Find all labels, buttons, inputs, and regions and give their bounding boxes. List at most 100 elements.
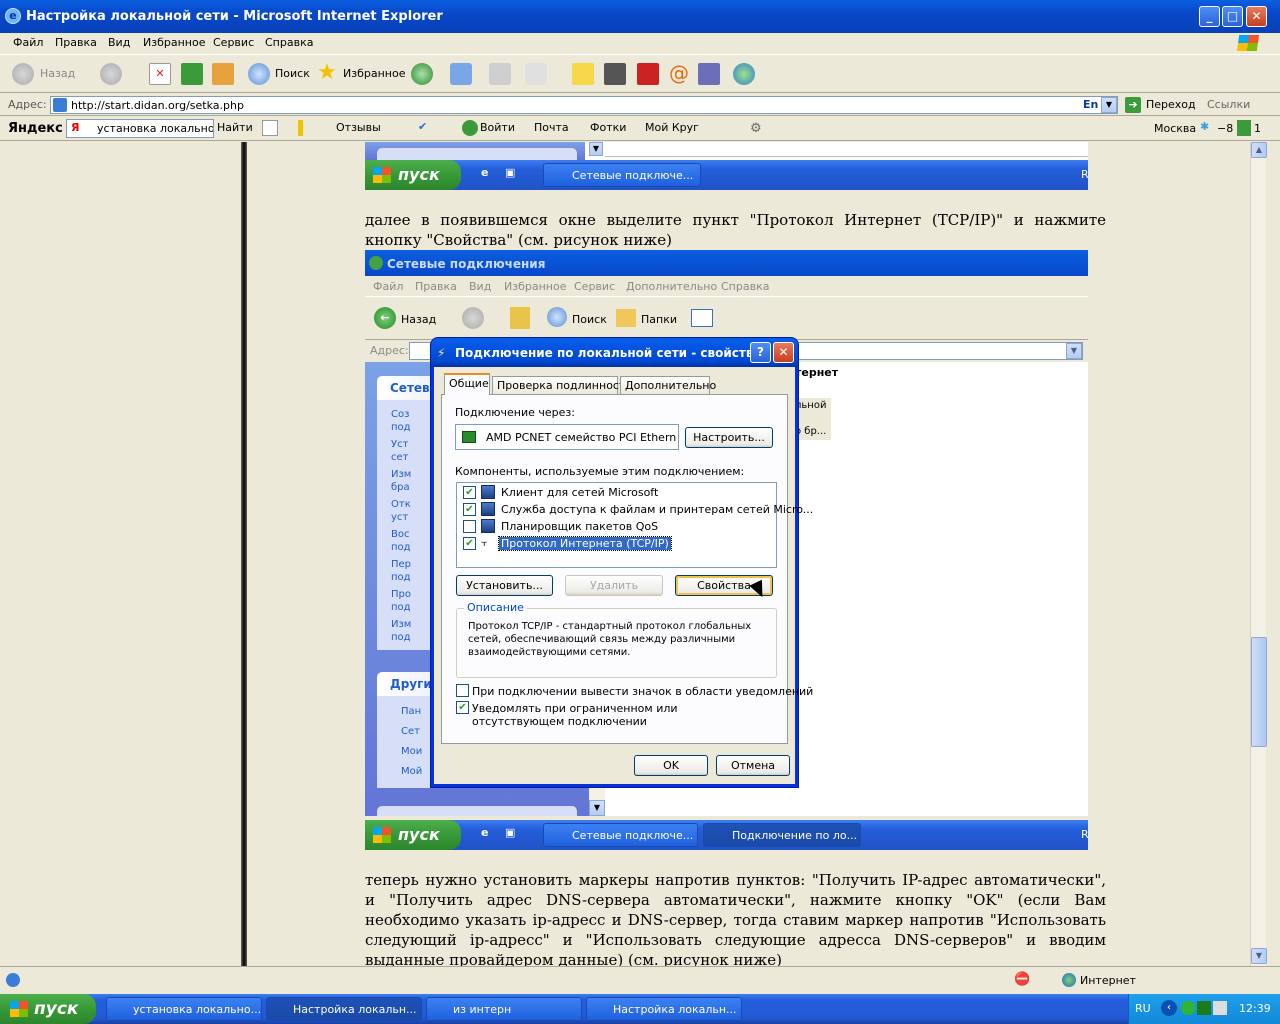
- help-button[interactable]: ?: [750, 342, 771, 363]
- cancel-button[interactable]: Отмена: [716, 755, 790, 776]
- component-checkbox[interactable]: ✔: [463, 486, 476, 499]
- tab-advanced[interactable]: Дополнительно: [620, 376, 716, 394]
- search-button[interactable]: Поиск: [275, 67, 310, 80]
- yandex-logo[interactable]: Яндекс: [8, 121, 63, 136]
- favorites-star-icon[interactable]: ★: [316, 62, 338, 85]
- address-dropdown-icon[interactable]: ▼: [1101, 97, 1117, 113]
- nc-forward-icon: [462, 307, 484, 329]
- notify-limited-checkbox[interactable]: ✔: [456, 701, 469, 714]
- signal-bars-icon[interactable]: [298, 120, 314, 136]
- print-icon[interactable]: [489, 63, 511, 85]
- component-checkbox[interactable]: ✔: [463, 537, 476, 550]
- remove-button[interactable]: Удалить: [565, 575, 663, 596]
- component-checkbox[interactable]: ✔: [463, 503, 476, 516]
- notify-icon-checkbox[interactable]: [456, 684, 469, 697]
- history-icon[interactable]: [411, 63, 433, 85]
- page-scrollbar[interactable]: ▲ ▼: [1250, 142, 1267, 966]
- dialog-close-button[interactable]: ✕: [773, 342, 794, 363]
- tray-expand-icon[interactable]: ‹: [1161, 1000, 1177, 1016]
- at-icon[interactable]: @: [668, 63, 690, 85]
- window-title-bar[interactable]: e Настройка локальной сети - Microsoft I…: [0, 0, 1280, 33]
- component-label-selected: Протокол Интернета (TCP/IP): [498, 536, 672, 551]
- maximize-button[interactable]: □: [1222, 6, 1243, 27]
- taskbar-item-2[interactable]: Настройка локальн...: [266, 997, 422, 1021]
- language-indicator[interactable]: RU: [1135, 1002, 1151, 1015]
- scroll-up-icon[interactable]: ▲: [1251, 142, 1267, 158]
- refresh-icon[interactable]: [181, 63, 203, 85]
- page-icon: [53, 98, 67, 112]
- status-bar: ⛔ Интернет: [0, 966, 1280, 994]
- address-input[interactable]: http://start.didan.org/setka.php En ▼: [50, 96, 1118, 114]
- home-icon[interactable]: [212, 63, 234, 85]
- tab-general[interactable]: Общие: [444, 373, 490, 395]
- nc-menu-edit: Правка: [415, 280, 457, 293]
- contacts-icon[interactable]: [733, 63, 755, 85]
- component-checkbox[interactable]: [463, 520, 476, 533]
- menu-view[interactable]: Вид: [108, 36, 130, 49]
- city-label: Москва: [1154, 122, 1197, 135]
- taskbar-item-4[interactable]: Настройка локальн...: [586, 997, 742, 1021]
- tab-authentication[interactable]: Проверка подлинности: [492, 376, 633, 394]
- yandex-find-button[interactable]: Найти: [217, 121, 253, 134]
- lan-properties-dialog: ⚡ Подключение по локальной сети - свойст…: [431, 338, 813, 787]
- tray-icon-1[interactable]: [1181, 1001, 1195, 1015]
- reviews-button[interactable]: Отзывы: [336, 121, 381, 134]
- nc-task-3: Изм бра: [391, 469, 412, 493]
- close-button[interactable]: ✕: [1246, 6, 1267, 27]
- scroll-thumb[interactable]: [1251, 637, 1267, 747]
- scroll-down-icon[interactable]: ▼: [1251, 948, 1267, 964]
- photos-link[interactable]: Фотки: [590, 121, 626, 134]
- screenshot-top-fragment: ▼: [365, 142, 1088, 160]
- yandex-query: установка локальной с: [97, 122, 214, 135]
- settings-gear-icon[interactable]: ⚙: [750, 121, 762, 136]
- screenshot-task-network: Сетевые подключе...: [543, 163, 701, 187]
- mail-link[interactable]: Почта: [534, 121, 569, 134]
- menu-help[interactable]: Справка: [265, 36, 313, 49]
- start-button[interactable]: пуск: [0, 994, 96, 1024]
- network-tray-icon[interactable]: [1213, 1001, 1227, 1015]
- install-button[interactable]: Установить...: [456, 575, 553, 596]
- back-button[interactable]: Назад: [40, 67, 75, 80]
- yandex-search-input[interactable]: Я установка локальной с: [66, 119, 214, 138]
- minimize-button[interactable]: _: [1199, 6, 1220, 27]
- instruction-paragraph-1: далее в появившемся окне выделите пункт …: [365, 211, 1106, 249]
- my-circle-link[interactable]: Мой Круг: [645, 121, 699, 134]
- taskbar-item-3[interactable]: из интерн: [426, 997, 582, 1021]
- menu-file[interactable]: Файл: [13, 36, 43, 49]
- taskbar-item-1[interactable]: установка локально...: [106, 997, 262, 1021]
- description-text: Протокол TCP/IP - стандартный протокол г…: [468, 621, 752, 658]
- tray-icon-2[interactable]: [1197, 1001, 1211, 1015]
- dialog-title-bar[interactable]: ⚡ Подключение по локальной сети - свойст…: [431, 338, 798, 367]
- component-label: Планировщик пакетов QoS: [501, 520, 659, 533]
- k-icon[interactable]: [604, 63, 626, 85]
- go-arrow-icon[interactable]: ➔: [1125, 97, 1141, 113]
- nc-up-folder-icon: [510, 307, 530, 329]
- login-button[interactable]: Войти: [480, 121, 515, 134]
- ok-button[interactable]: OK: [634, 755, 708, 776]
- messenger-icon[interactable]: [637, 63, 659, 85]
- menu-edit[interactable]: Правка: [55, 36, 97, 49]
- menu-tools[interactable]: Сервис: [213, 36, 254, 49]
- ie-quicklaunch-icon: e: [481, 826, 489, 839]
- links-button[interactable]: Ссылки: [1207, 98, 1250, 111]
- configure-button[interactable]: Настроить...: [685, 427, 773, 448]
- go-button[interactable]: Переход: [1146, 98, 1196, 111]
- back-icon[interactable]: [12, 63, 34, 85]
- nc-menu-tools: Сервис: [574, 280, 616, 293]
- search-icon[interactable]: [248, 63, 270, 85]
- research-icon[interactable]: [698, 63, 720, 85]
- menu-favorites[interactable]: Избранное: [143, 36, 205, 49]
- spellcheck-icon[interactable]: ✔: [418, 120, 427, 133]
- favorites-button[interactable]: Избранное: [343, 67, 405, 80]
- notes-icon[interactable]: [572, 63, 594, 85]
- adapter-name: AMD PCNET семейство PCI Ethern: [486, 431, 677, 444]
- components-label: Компоненты, используемые этим подключени…: [455, 465, 745, 478]
- forward-icon[interactable]: [100, 63, 122, 85]
- components-list[interactable]: ✔ Клиент для сетей Microsoft ✔ Служба до…: [456, 482, 813, 568]
- mail-icon[interactable]: [450, 63, 472, 85]
- nc-task-1: Соз под: [391, 409, 411, 433]
- stop-icon[interactable]: ✕: [149, 63, 171, 85]
- marker-icon[interactable]: [262, 120, 278, 136]
- edit-icon[interactable]: [525, 63, 547, 85]
- popup-blocker-icon: ⛔: [1014, 972, 1031, 987]
